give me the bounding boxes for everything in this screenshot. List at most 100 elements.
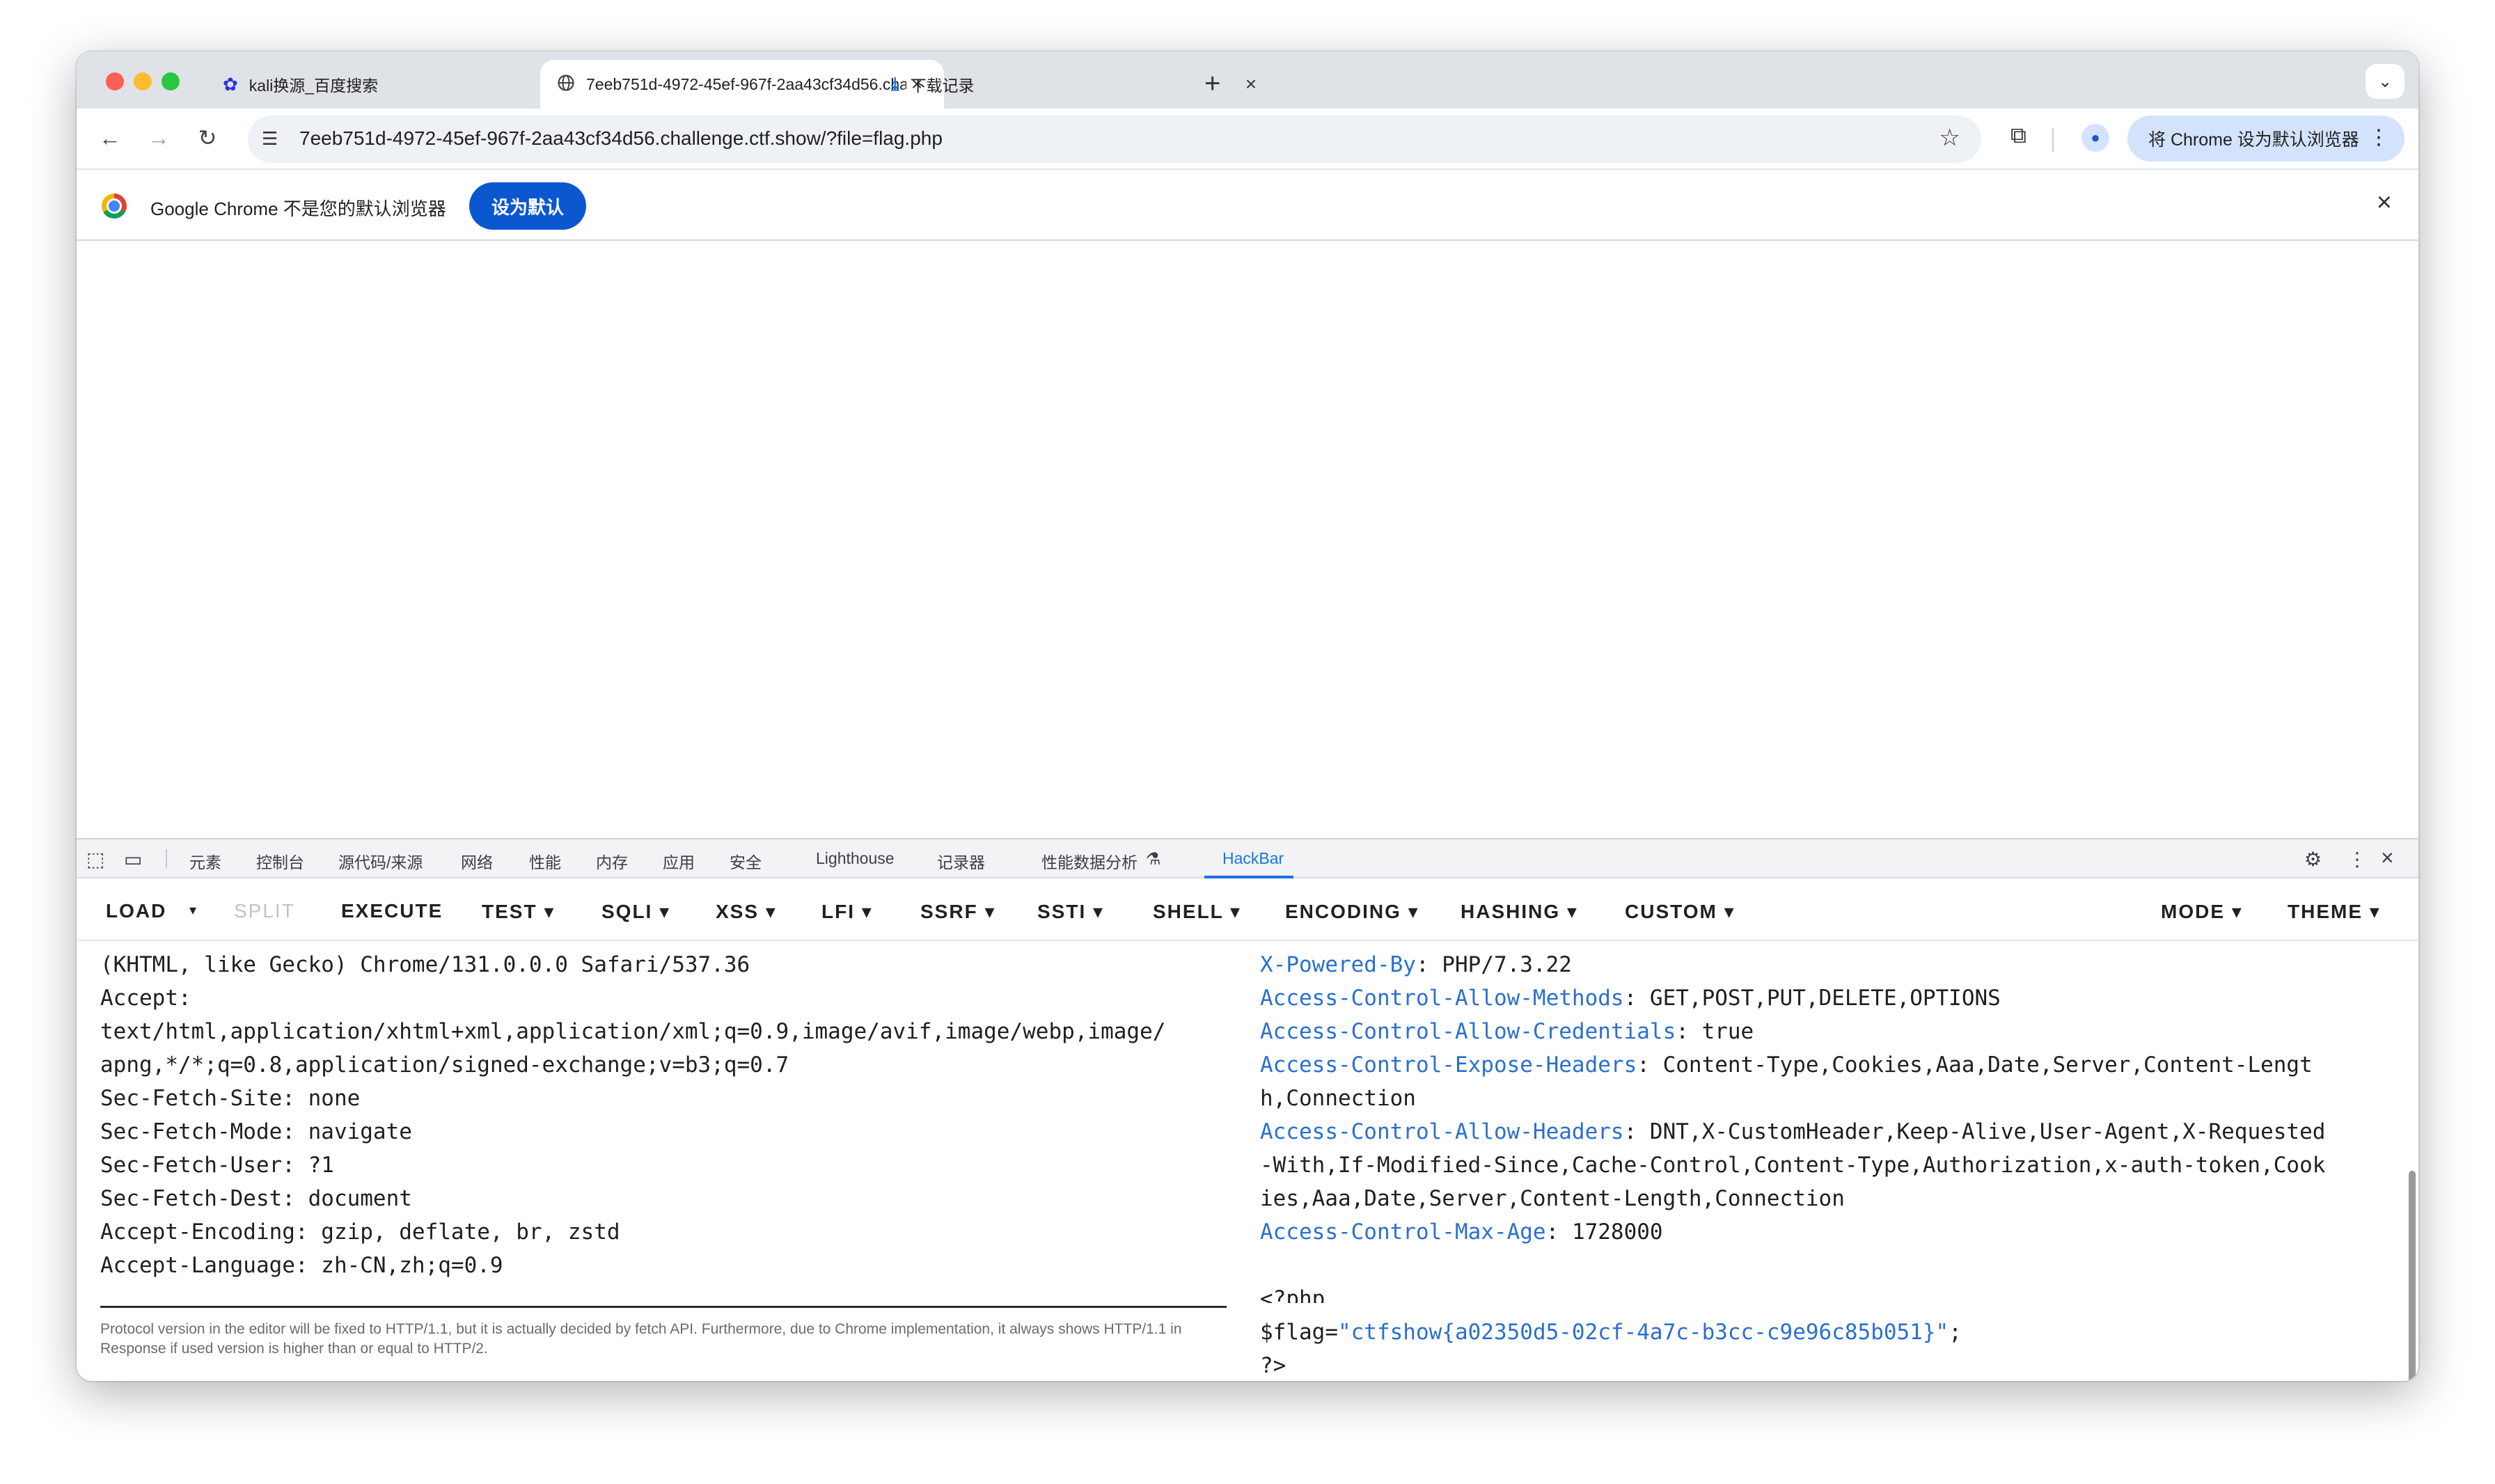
chrome-menu-icon[interactable]: ⋮ <box>2368 125 2389 150</box>
devtools-tab-elements[interactable]: 元素 <box>189 849 221 873</box>
default-browser-infobar: Google Chrome 不是您的默认浏览器 设为默认 × <box>77 168 2418 241</box>
arrow-left-icon: ← <box>99 125 121 150</box>
devtools-menu-icon[interactable]: ⋮ <box>2347 848 2367 871</box>
theme-menu[interactable]: THEME ▾ <box>2288 900 2381 923</box>
settings-gear-icon[interactable]: ⚙ <box>2304 848 2322 871</box>
ssti-menu[interactable]: SSTI ▾ <box>1037 900 1104 923</box>
xss-menu[interactable]: XSS ▾ <box>716 900 777 923</box>
header-value: GET,POST,PUT,DELETE,OPTIONS <box>1649 986 2001 1011</box>
page-content <box>77 241 2418 838</box>
set-default-button[interactable]: 设为默认 <box>469 182 587 230</box>
devtools-tab-application[interactable]: 应用 <box>663 849 695 873</box>
header-value: DNT,X-CustomHeader,Keep-Alive,User-Agent… <box>1649 1119 2326 1144</box>
reload-button[interactable]: ↻ <box>192 123 223 153</box>
hackbar-menu: LOAD ▾ SPLIT EXECUTE TEST ▾ SQLI ▾ XSS ▾… <box>77 878 2418 941</box>
header-name: Access-Control-Max-Age <box>1260 1219 1546 1245</box>
request-line: Sec-Fetch-Mode: navigate <box>100 1119 412 1144</box>
download-icon: ⤓ <box>891 73 899 94</box>
chevron-down-icon: ⌄ <box>2377 72 2393 91</box>
browser-toolbar: ← → ↻ ☰ 7eeb751d-4972-45ef-967f-2aa43cf3… <box>77 109 2418 168</box>
sqli-menu[interactable]: SQLI ▾ <box>601 900 670 923</box>
mode-label: MODE <box>2161 901 2225 922</box>
xss-label: XSS <box>716 901 759 922</box>
address-bar[interactable]: ☰ 7eeb751d-4972-45ef-967f-2aa43cf34d56.c… <box>248 116 1981 163</box>
devtools-tab-hackbar[interactable]: HackBar <box>1222 849 1284 868</box>
response-viewer: X-Powered-By: PHP/7.3.22 Access-Control-… <box>1260 941 2381 1303</box>
devtools-tab-performance-insights[interactable]: 性能数据分析 <box>1041 849 1138 873</box>
request-line: (KHTML, like Gecko) Chrome/131.0.0.0 Saf… <box>100 952 750 977</box>
forward-button[interactable]: → <box>143 123 174 153</box>
request-line: apng,*/*;q=0.8,application/signed-exchan… <box>100 1052 789 1078</box>
custom-menu[interactable]: CUSTOM ▾ <box>1625 900 1736 923</box>
minimize-window-button[interactable] <box>134 72 152 90</box>
devtools-tab-console[interactable]: 控制台 <box>256 849 304 873</box>
ssti-label: SSTI <box>1037 901 1087 922</box>
response-scrollbar[interactable] <box>2409 1171 2416 1381</box>
header-value: 1728000 <box>1571 1219 1663 1245</box>
baidu-paw-icon: ✿ <box>223 73 238 95</box>
ssrf-menu[interactable]: SSRF ▾ <box>920 900 996 923</box>
request-editor[interactable]: (KHTML, like Gecko) Chrome/131.0.0.0 Saf… <box>100 941 1235 1303</box>
protocol-footnote: Protocol version in the editor will be f… <box>100 1321 1182 1357</box>
zoom-window-button[interactable] <box>162 72 180 90</box>
ssrf-label: SSRF <box>920 901 978 922</box>
tab-title: kali换源_百度搜索 <box>249 77 379 95</box>
inspect-element-icon[interactable]: ⬚ <box>86 848 104 871</box>
split-button[interactable]: SPLIT <box>234 900 295 922</box>
load-dropdown-icon[interactable]: ▾ <box>189 901 198 919</box>
new-tab-button[interactable]: + <box>1204 67 1220 100</box>
globe-icon <box>557 74 575 95</box>
devtools-tab-security[interactable]: 安全 <box>730 849 762 873</box>
devtools-panel: ⬚ ▭ 元素 控制台 源代码/来源 网络 性能 内存 应用 安全 Lightho… <box>77 838 2418 1381</box>
response-header-line: Access-Control-Max-Age: 1728000 <box>1260 1219 1663 1245</box>
response-header-continuation: -With,If-Modified-Since,Cache-Control,Co… <box>1260 1153 2326 1178</box>
load-button[interactable]: LOAD <box>106 900 166 922</box>
extensions-puzzle-icon[interactable]: ⧉ <box>2010 123 2026 149</box>
flask-icon: ⚗ <box>1146 850 1161 869</box>
devtools-tab-recorder[interactable]: 记录器 <box>937 849 985 873</box>
shell-label: SHELL <box>1153 901 1224 922</box>
response-body-flag-line: $flag="ctfshow{a02350d5-02cf-4a7c-b3cc-c… <box>1260 1320 1962 1345</box>
response-header-line: Access-Control-Allow-Methods: GET,POST,P… <box>1260 986 2001 1011</box>
devtools-tab-lighthouse[interactable]: Lighthouse <box>816 849 895 868</box>
response-header-continuation: h,Connection <box>1260 1086 1416 1111</box>
close-icon[interactable]: × <box>2377 188 2392 218</box>
set-default-browser-button[interactable]: 将 Chrome 设为默认浏览器 ⋮ <box>2127 116 2405 161</box>
devtools-tab-performance[interactable]: 性能 <box>529 849 561 873</box>
close-tab-icon[interactable]: × <box>1241 73 1261 95</box>
response-body-line: <?php <box>1260 1286 1325 1303</box>
hashing-menu[interactable]: HASHING ▾ <box>1461 900 1578 923</box>
execute-button[interactable]: EXECUTE <box>341 900 443 922</box>
chrome-logo-icon <box>102 194 127 219</box>
back-button[interactable]: ← <box>95 123 125 153</box>
url-text[interactable]: 7eeb751d-4972-45ef-967f-2aa43cf34d56.cha… <box>299 127 943 150</box>
shell-menu[interactable]: SHELL ▾ <box>1153 900 1241 923</box>
tab-search-button[interactable]: ⌄ <box>2366 64 2405 99</box>
request-editor-underline <box>100 1306 1227 1308</box>
lfi-label: LFI <box>821 901 855 922</box>
browser-window: ✿ kali换源_百度搜索 × 7eeb751d-4972-45ef-967f-… <box>77 52 2418 1381</box>
device-toolbar-icon[interactable]: ▭ <box>124 848 142 871</box>
test-menu[interactable]: TEST ▾ <box>482 900 555 923</box>
devtools-tab-memory[interactable]: 内存 <box>596 849 628 873</box>
header-value: PHP/7.3.22 <box>1442 952 1572 977</box>
header-value: Content-Type,Cookies,Aaa,Date,Server,Con… <box>1662 1052 2313 1078</box>
devtools-tab-network[interactable]: 网络 <box>461 849 493 873</box>
hashing-label: HASHING <box>1461 901 1561 922</box>
reload-icon: ↻ <box>198 125 217 150</box>
tab-strip: ✿ kali换源_百度搜索 × 7eeb751d-4972-45ef-967f-… <box>77 52 2418 109</box>
close-window-button[interactable] <box>106 72 124 90</box>
site-info-icon[interactable]: ☰ <box>262 128 278 150</box>
response-header-line: Access-Control-Expose-Headers: Content-T… <box>1260 1052 2313 1078</box>
profile-avatar-icon[interactable]: ● <box>2081 124 2109 152</box>
custom-label: CUSTOM <box>1625 901 1717 922</box>
lfi-menu[interactable]: LFI ▾ <box>821 900 873 923</box>
devtools-tab-sources[interactable]: 源代码/来源 <box>338 849 423 873</box>
bookmark-star-icon[interactable]: ☆ <box>1939 124 1960 152</box>
mode-menu[interactable]: MODE ▾ <box>2161 900 2243 923</box>
devtools-tab-bar: ⬚ ▭ 元素 控制台 源代码/来源 网络 性能 内存 应用 安全 Lightho… <box>77 839 2418 878</box>
encoding-menu[interactable]: ENCODING ▾ <box>1285 900 1419 923</box>
request-line: Accept: <box>100 986 191 1011</box>
encoding-label: ENCODING <box>1285 901 1401 922</box>
close-devtools-icon[interactable]: × <box>2381 845 2394 871</box>
